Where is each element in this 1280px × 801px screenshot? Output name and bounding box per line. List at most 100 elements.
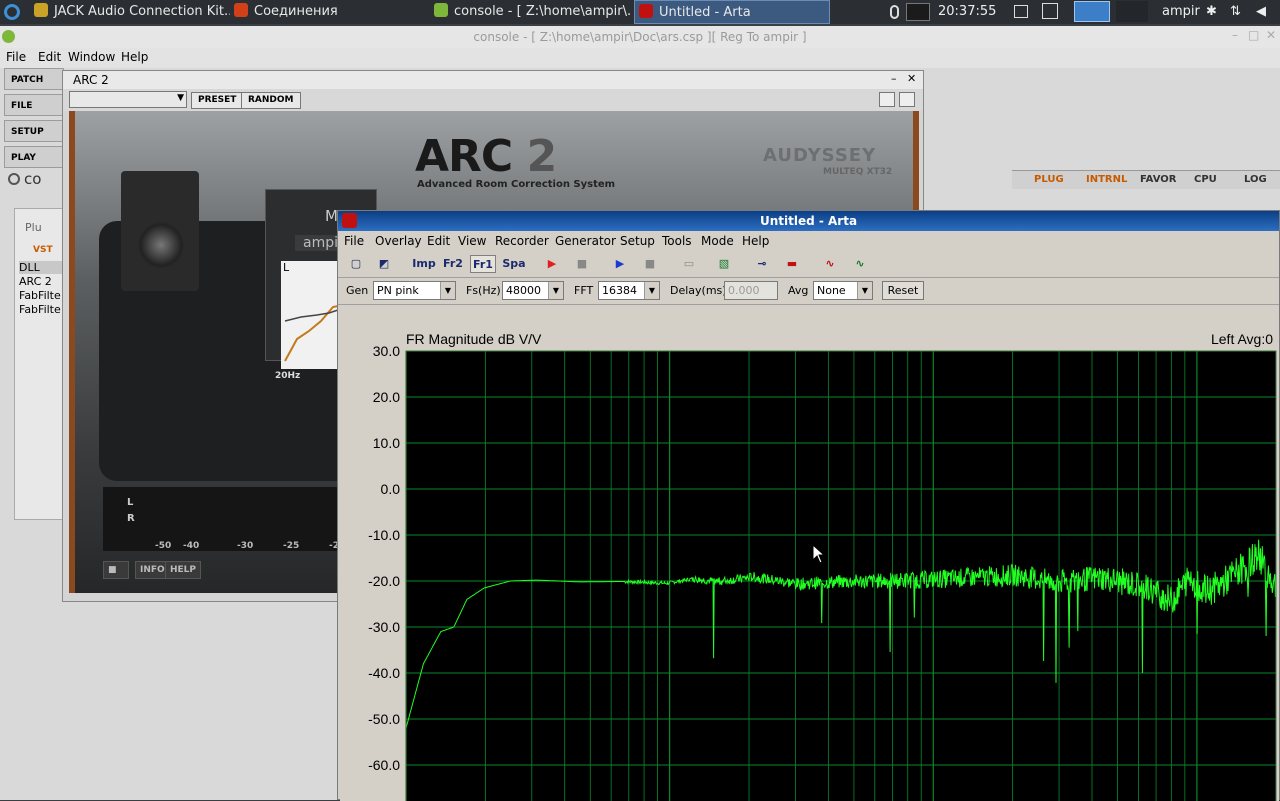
- plot-background: [406, 351, 1276, 801]
- avg-select[interactable]: None ▼: [813, 281, 873, 300]
- plugins-tab[interactable]: Plu: [25, 221, 42, 234]
- record-play-icon[interactable]: ▶: [540, 255, 564, 273]
- menu-tools[interactable]: Tools: [662, 234, 692, 248]
- abc-icon[interactable]: ▭: [676, 255, 702, 273]
- record-stop-icon[interactable]: ■: [570, 255, 594, 273]
- fft-select[interactable]: 16384 ▼: [598, 281, 660, 300]
- menu-edit[interactable]: Edit: [427, 234, 450, 248]
- spectrum-icon[interactable]: ∿: [848, 255, 872, 273]
- arc-panel-heading: M: [325, 207, 338, 225]
- fr-plot-svg: 30.0 20.0 10.0 0.0 -10.0 -20.0 -30.0 -40.0 -50.0…: [368, 343, 1277, 801]
- menu-view[interactable]: View: [458, 234, 486, 248]
- lock-icon[interactable]: ■: [103, 561, 129, 579]
- plug-button[interactable]: PLUG: [1034, 172, 1064, 188]
- meter-left-label: L: [127, 497, 134, 508]
- fs-select[interactable]: 48000 ▼: [502, 281, 564, 300]
- fr1-button[interactable]: Fr1: [470, 255, 496, 273]
- preset-select[interactable]: ▼: [69, 91, 187, 108]
- y-tick-label: -50.0: [368, 711, 400, 727]
- network-icon[interactable]: ⇅: [1230, 0, 1241, 24]
- workspace-3[interactable]: [1074, 1, 1110, 22]
- edit-icon[interactable]: ◩: [372, 255, 396, 273]
- plugins-panel: Plu VST DLL ARC 2 FabFilte FabFilte: [14, 208, 66, 520]
- task-label: console - [ Z:\home\ampir\...: [454, 4, 630, 19]
- console-play-row[interactable]: PLAY: [4, 146, 64, 168]
- task-jack[interactable]: JACK Audio Connection Kit...: [34, 0, 230, 24]
- menu-file[interactable]: File: [6, 50, 26, 64]
- random-button[interactable]: RANDOM: [241, 92, 301, 109]
- intrnl-button[interactable]: INTRNL: [1086, 172, 1127, 188]
- y-tick-label: -20.0: [368, 573, 400, 589]
- probe-icon[interactable]: ⊸: [750, 255, 774, 273]
- console-setup-row[interactable]: SETUP: [4, 120, 64, 142]
- console-file-row[interactable]: FILE: [4, 94, 64, 116]
- imp-button[interactable]: Imp: [410, 255, 438, 273]
- console-minimize-icon[interactable]: –: [1232, 28, 1238, 42]
- fr-plot[interactable]: 30.0 20.0 10.0 0.0 -10.0 -20.0 -30.0 -40.0 -50.0…: [340, 305, 1279, 801]
- fr2-button[interactable]: Fr2: [440, 255, 466, 273]
- y-tick-label: -40.0: [368, 665, 400, 681]
- favor-button[interactable]: FAVOR: [1140, 172, 1177, 188]
- plug-toolbar: PLUG INTRNL FAVOR CPU LOG: [1012, 170, 1280, 189]
- system-monitor-icon[interactable]: [906, 3, 930, 21]
- grid-icon[interactable]: [899, 92, 915, 107]
- task-console[interactable]: console - [ Z:\home\ampir\...: [434, 0, 630, 24]
- settings-icon[interactable]: [879, 92, 895, 107]
- bluetooth-icon[interactable]: ✱: [1206, 0, 1217, 24]
- cpu-button[interactable]: CPU: [1194, 172, 1217, 188]
- menu-overlay[interactable]: Overlay: [375, 234, 422, 248]
- menu-setup[interactable]: Setup: [620, 234, 655, 248]
- menu-edit[interactable]: Edit: [38, 50, 61, 64]
- menu-generator[interactable]: Generator: [555, 234, 616, 248]
- scope-icon[interactable]: ∿: [818, 255, 842, 273]
- arc2-minimize-icon[interactable]: –: [891, 72, 897, 85]
- plugin-item[interactable]: FabFilte: [19, 303, 61, 316]
- task-label: Соединения: [254, 4, 338, 19]
- meter-icon[interactable]: ▬: [780, 255, 804, 273]
- menu-help[interactable]: Help: [121, 50, 148, 64]
- meter-right-label: R: [127, 513, 135, 524]
- generator-stop-icon[interactable]: ■: [638, 255, 662, 273]
- user-name[interactable]: ampir: [1162, 0, 1200, 24]
- app-menu-icon[interactable]: [4, 4, 20, 20]
- task-connections[interactable]: Соединения: [234, 0, 424, 24]
- console-logo-icon: [8, 173, 20, 185]
- help-button[interactable]: HELP: [165, 561, 202, 579]
- vst-filter[interactable]: VST: [33, 245, 53, 255]
- console-close-icon[interactable]: ✕: [1266, 28, 1276, 42]
- workspace-1[interactable]: [1014, 5, 1028, 18]
- volume-icon[interactable]: ◀: [1256, 0, 1266, 24]
- generator-play-icon[interactable]: ▶: [608, 255, 632, 273]
- preset-button[interactable]: PRESET: [191, 92, 244, 109]
- open-icon[interactable]: ▢: [344, 255, 368, 273]
- gen-select[interactable]: PN pink ▼: [373, 281, 456, 300]
- console-maximize-icon[interactable]: □: [1248, 28, 1259, 42]
- plugin-item[interactable]: FabFilte: [19, 289, 61, 302]
- connections-icon: [234, 3, 248, 17]
- arta-app-icon[interactable]: [342, 213, 357, 228]
- workspace-4[interactable]: [1116, 1, 1148, 22]
- task-arta[interactable]: Untitled - Arta: [634, 0, 830, 24]
- clock[interactable]: 20:37:55: [938, 0, 996, 24]
- menu-help[interactable]: Help: [742, 234, 769, 248]
- y-tick-label: 20.0: [373, 389, 400, 405]
- log-button[interactable]: LOG: [1244, 172, 1267, 188]
- console-patch-row[interactable]: PATCH: [4, 68, 64, 90]
- menu-mode[interactable]: Mode: [701, 234, 734, 248]
- mouse-cursor-icon: [812, 544, 826, 564]
- dll-header: DLL: [19, 261, 65, 274]
- calibrate-icon[interactable]: ▧: [712, 255, 736, 273]
- plugin-item[interactable]: ARC 2: [19, 275, 52, 288]
- console-title: console - [ Z:\home\ampir\Doc\ars.csp ][…: [0, 26, 1280, 48]
- arc2-close-icon[interactable]: ✕: [907, 72, 916, 85]
- delay-input[interactable]: 0.000: [724, 281, 778, 300]
- console-icon: [434, 3, 448, 17]
- spa-button[interactable]: Spa: [500, 255, 528, 273]
- menu-recorder[interactable]: Recorder: [495, 234, 549, 248]
- reset-button[interactable]: Reset: [882, 281, 924, 300]
- meter-tick: -25: [283, 541, 300, 551]
- console-menubar: File Edit Window Help: [0, 48, 1280, 68]
- workspace-2[interactable]: [1042, 3, 1058, 19]
- menu-file[interactable]: File: [344, 234, 364, 248]
- menu-window[interactable]: Window: [68, 50, 115, 64]
